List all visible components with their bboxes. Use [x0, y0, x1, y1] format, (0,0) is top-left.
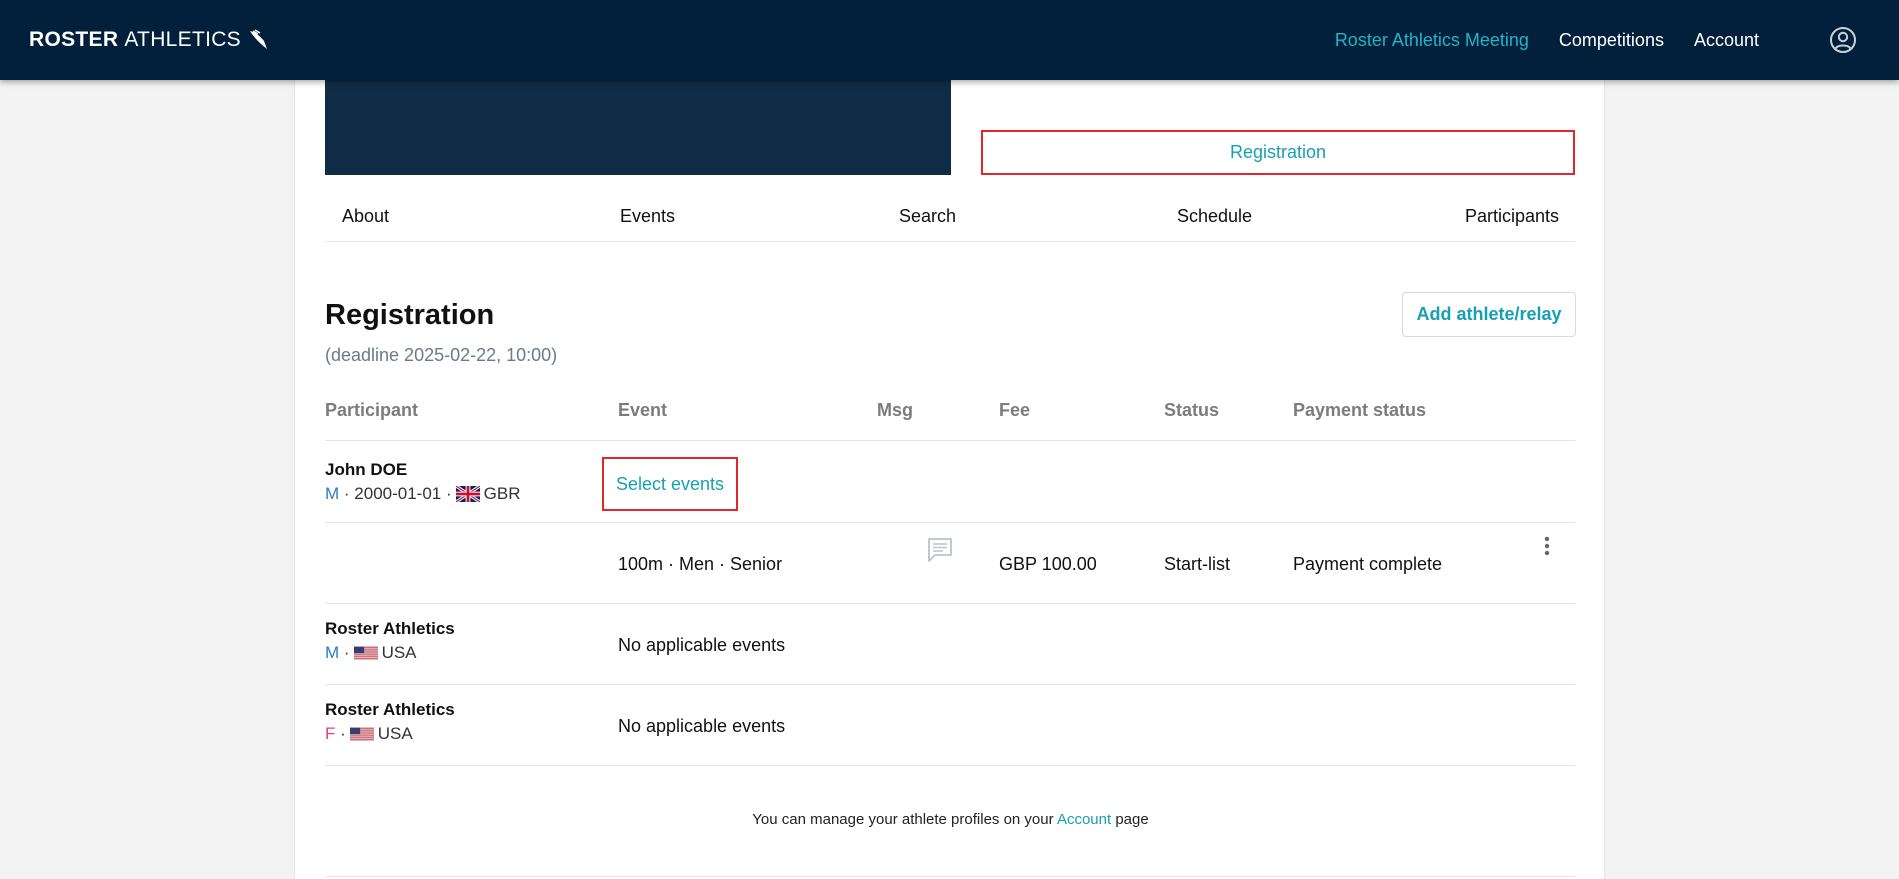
page-title: Registration [325, 299, 495, 331]
tab-participants[interactable]: Participants [1465, 206, 1559, 227]
add-athlete-relay-button[interactable]: Add athlete/relay [1402, 292, 1576, 337]
column-header-event: Event [618, 400, 668, 420]
divider [325, 440, 1575, 441]
select-events-link[interactable]: Select events [602, 457, 738, 511]
divider [325, 765, 1575, 766]
participant-name: Roster Athletics [325, 700, 455, 719]
no-events-text: No applicable events [618, 716, 786, 736]
participant-meta: M · USA [325, 643, 417, 662]
participant-country: USA [381, 643, 417, 662]
brand-logo[interactable]: ROSTER ATHLETICS [29, 28, 271, 52]
divider [325, 522, 1575, 523]
account-note-prefix: You can manage your athlete profiles on … [752, 811, 1054, 828]
participant-sex: M [325, 643, 340, 662]
account-note-suffix: page [1115, 811, 1149, 828]
column-header-payment-status: Payment status [1293, 400, 1427, 420]
column-header-fee: Fee [999, 400, 1031, 420]
nav-links: Roster Athletics Meeting Competitions Ac… [1335, 0, 1899, 80]
participant-dob: 2000-01-01 [354, 484, 442, 503]
entry-fee: GBP 100.00 [999, 554, 1097, 574]
account-link[interactable]: Account [1057, 811, 1111, 828]
entry-status: Start-list [1164, 554, 1231, 574]
registration-button[interactable]: Registration [981, 130, 1575, 175]
competition-tabs: About Events Search Schedule Participant… [325, 198, 1575, 242]
divider [325, 876, 1575, 877]
column-header-msg: Msg [877, 400, 913, 420]
us-flag-icon [349, 727, 374, 741]
column-header-participant: Participant [325, 400, 419, 420]
kebab-menu-icon[interactable] [1543, 536, 1551, 556]
wing-icon [249, 29, 267, 49]
participant-name: Roster Athletics [325, 619, 455, 638]
participant-country: GBR [483, 484, 521, 503]
participant-sex: M [325, 484, 340, 503]
nav-link-meeting[interactable]: Roster Athletics Meeting [1335, 30, 1529, 51]
competition-banner [325, 80, 951, 175]
us-flag-icon [353, 646, 378, 660]
registration-deadline: (deadline 2025-02-22, 10:00) [325, 345, 558, 365]
participant-meta: M · 2000-01-01 · GBR [325, 484, 521, 503]
brand-bold-text: ROSTER [29, 28, 119, 51]
divider [325, 603, 1575, 604]
participant-name: John DOE [325, 460, 408, 479]
divider [325, 684, 1575, 685]
uk-flag-icon [455, 486, 480, 502]
top-navbar: ROSTER ATHLETICS Roster Athletics Meetin… [0, 0, 1899, 80]
entry-event: 100m · Men · Senior [618, 554, 783, 574]
account-note: You can manage your athlete profiles on … [295, 811, 1606, 828]
no-events-text: No applicable events [618, 635, 786, 655]
brand-light-text: ATHLETICS [124, 28, 241, 51]
tab-events[interactable]: Events [620, 206, 675, 227]
participant-sex: F [325, 724, 336, 743]
tab-schedule[interactable]: Schedule [1177, 206, 1252, 227]
participant-meta: F · USA [325, 724, 413, 743]
tab-search[interactable]: Search [899, 206, 956, 227]
competition-card: Registration About Events Search Schedul… [294, 80, 1605, 879]
participant-country: USA [377, 724, 413, 743]
user-circle-icon[interactable] [1829, 26, 1857, 54]
tab-about[interactable]: About [342, 206, 389, 227]
column-header-status: Status [1164, 400, 1220, 420]
nav-link-account[interactable]: Account [1694, 30, 1759, 51]
entry-payment-status: Payment complete [1293, 554, 1443, 574]
message-icon[interactable] [926, 537, 954, 563]
nav-link-competitions[interactable]: Competitions [1559, 30, 1664, 51]
